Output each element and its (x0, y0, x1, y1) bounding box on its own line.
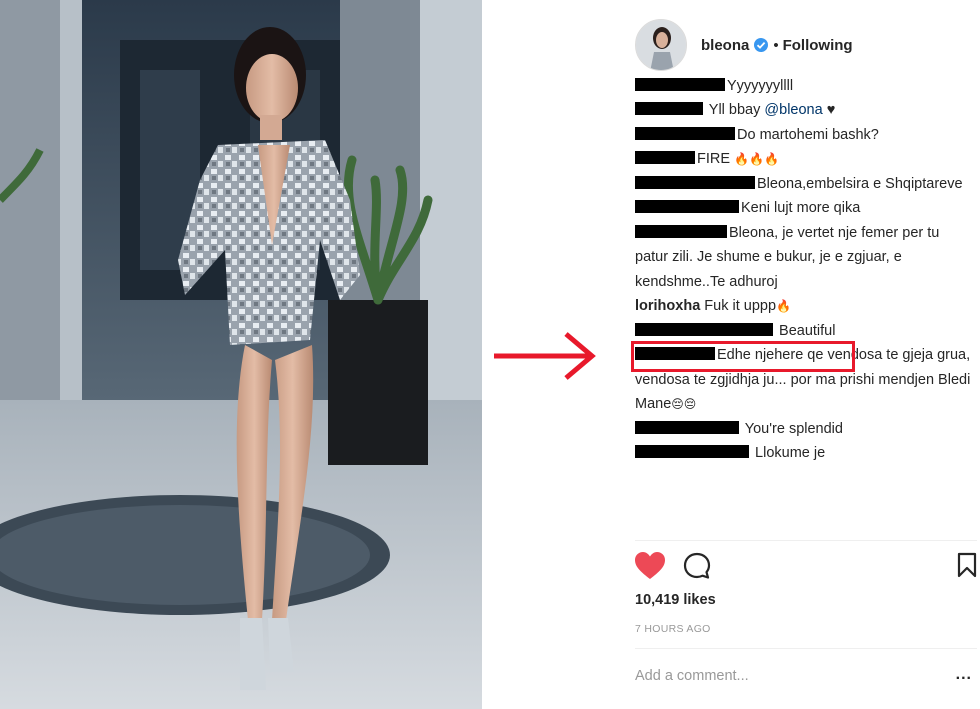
header-separator: • (773, 36, 779, 54)
comment-mention[interactable]: @bleona (764, 102, 822, 118)
post-panel: bleona • Following Yyyyyyyllll Yll bbay … (619, 0, 980, 709)
comment-item: Yyyyyyyllll (635, 74, 975, 98)
comment-item: FIRE 🔥🔥🔥 (635, 147, 975, 172)
comment-text: Llokume je (755, 445, 826, 461)
divider (635, 540, 977, 541)
redacted-username (635, 175, 755, 189)
like-count[interactable]: 10,419 likes (635, 592, 716, 608)
redacted-username (635, 200, 739, 213)
more-options-button[interactable]: ... (956, 666, 972, 684)
comment-item: Yll bbay @bleona ♥ (635, 98, 975, 123)
post-header: bleona • Following (619, 14, 980, 76)
post-timestamp: 7 HOURS AGO (635, 623, 711, 635)
comment-text: FIRE (697, 151, 731, 167)
bookmark-icon[interactable] (957, 552, 977, 578)
comment-text: Bleona,embelsira e Shqiptareve (757, 175, 963, 192)
avatar[interactable] (635, 19, 687, 71)
comment-item: Do martohemi bashk? (635, 123, 975, 148)
comment-text: Keni lujt more qika (741, 200, 861, 216)
fire-emoji-icon: 🔥 (776, 299, 791, 313)
comment-text: Do martohemi bashk? (737, 126, 879, 143)
comment-item: Beautiful (635, 319, 975, 344)
avatar-portrait-icon (636, 20, 686, 70)
divider (635, 648, 977, 649)
comment-text: Fuk it uppp (704, 298, 777, 314)
comment-item: Keni lujt more qika (635, 196, 975, 221)
heart-filled-icon[interactable] (635, 552, 665, 580)
fire-emoji-icon: 🔥🔥🔥 (734, 152, 779, 166)
red-arrow-icon (494, 332, 596, 380)
comment-text: You're splendid (744, 420, 843, 437)
username[interactable]: bleona (701, 37, 749, 54)
photo-illustration (0, 0, 482, 709)
redacted-username (635, 420, 739, 434)
redacted-username (635, 151, 695, 164)
comment-text: Beautiful (779, 322, 836, 339)
comment-item: Llokume je (635, 441, 975, 466)
comment-item: Bleona,embelsira e Shqiptareve (635, 172, 975, 197)
following-button[interactable]: Following (783, 37, 853, 54)
heart-emoji-icon: ♥ (826, 102, 836, 118)
comment-username[interactable]: lorihoxha (635, 298, 700, 314)
verified-badge-icon (754, 38, 769, 52)
comment-text: Yll bbay (708, 102, 765, 118)
add-comment-input[interactable]: Add a comment... (635, 668, 749, 684)
comment-item: You're splendid (635, 417, 975, 442)
comment-list: Yyyyyyyllll Yll bbay @bleona ♥ Do martoh… (631, 78, 975, 466)
action-bar (635, 552, 977, 584)
redacted-username (635, 78, 725, 91)
highlight-box (631, 341, 855, 372)
sad-emoji-icon: 😔😔 (671, 397, 697, 411)
post-photo[interactable] (0, 0, 482, 709)
redacted-username (635, 224, 727, 238)
redacted-username (635, 322, 773, 336)
redacted-username (635, 102, 703, 115)
comment-item: Bleona, je vertet nje femer per tu patur… (635, 221, 975, 295)
comment-text: Yyyyyyyllll (727, 78, 794, 94)
redacted-username (635, 445, 749, 458)
comment-bubble-icon[interactable] (683, 552, 711, 580)
redacted-username (635, 126, 735, 140)
comment-item-highlighted: lorihoxha Fuk it uppp🔥 (635, 294, 975, 319)
